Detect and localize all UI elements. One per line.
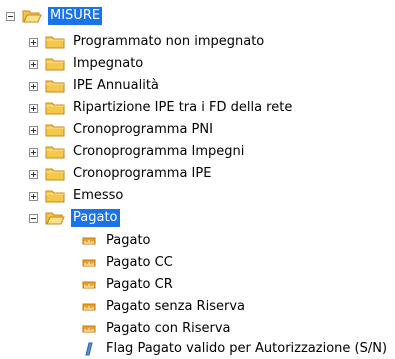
- tree-node-cronoprogramma-pni[interactable]: Cronoprogramma PNI: [29, 120, 215, 140]
- tree-leaf-pagato-con-riserva[interactable]: Pagato con Riserva: [82, 319, 233, 339]
- measure-icon: [82, 237, 96, 245]
- tree-node-label: Cronoprogramma PNI: [73, 122, 213, 137]
- folder-icon: [45, 168, 65, 181]
- tree-node-pagato[interactable]: Pagato: [29, 208, 120, 228]
- measure-icon: [82, 259, 96, 267]
- tree-node-cronoprogramma-impegni[interactable]: Cronoprogramma Impegni: [29, 142, 246, 162]
- tree-node-label: Pagato: [71, 209, 120, 227]
- tree-node-label: Impegnato: [73, 56, 144, 71]
- tree-leaf-pagato-senza-riserva[interactable]: Pagato senza Riserva: [82, 297, 247, 317]
- folder-open-icon: [22, 10, 42, 23]
- expand-toggle[interactable]: [29, 125, 38, 135]
- tree-node-programmato-non-impegnato[interactable]: Programmato non impegnato: [29, 32, 266, 52]
- folder-open-icon: [45, 212, 65, 225]
- tree-node-label: IPE Annualità: [73, 78, 159, 93]
- folder-icon: [45, 80, 65, 93]
- tree-node-label: Cronoprogramma IPE: [73, 166, 212, 181]
- expand-toggle[interactable]: [29, 37, 38, 47]
- tree-node-impegnato[interactable]: Impegnato: [29, 54, 145, 74]
- expand-toggle[interactable]: [29, 191, 38, 201]
- folder-icon: [45, 102, 65, 115]
- tree-node-misure[interactable]: MISURE: [6, 6, 103, 26]
- tree-node-label: Programmato non impegnato: [73, 34, 265, 49]
- folder-icon: [45, 36, 65, 49]
- measure-icon: [82, 325, 96, 333]
- expand-toggle[interactable]: [29, 59, 38, 69]
- tree-leaf-label: Pagato senza Riserva: [106, 299, 245, 314]
- expand-toggle[interactable]: [29, 147, 38, 157]
- expand-toggle[interactable]: [29, 103, 38, 113]
- flag-attribute-icon: [85, 342, 93, 356]
- folder-icon: [45, 58, 65, 71]
- folder-icon: [45, 124, 65, 137]
- tree-leaf-flag-pagato-valido[interactable]: Flag Pagato valido per Autorizzazione (S…: [82, 339, 389, 359]
- tree-node-label: Ripartizione IPE tra i FD della rete: [73, 100, 293, 115]
- tree-node-ripartizione-ipe[interactable]: Ripartizione IPE tra i FD della rete: [29, 98, 294, 118]
- tree-node-emesso[interactable]: Emesso: [29, 186, 125, 206]
- tree-leaf-label: Pagato: [106, 233, 151, 248]
- folder-icon: [45, 190, 65, 203]
- tree-leaf-label: Flag Pagato valido per Autorizzazione (S…: [106, 341, 388, 356]
- tree-leaf-label: Pagato CC: [106, 255, 173, 270]
- tree-node-ipe-annualita[interactable]: IPE Annualità: [29, 76, 161, 96]
- folder-icon: [45, 146, 65, 159]
- tree-leaf-pagato-cc[interactable]: Pagato CC: [82, 253, 175, 273]
- tree-leaf-label: Pagato CR: [106, 277, 173, 292]
- expand-toggle[interactable]: [29, 169, 38, 179]
- tree-node-label: Emesso: [73, 188, 124, 203]
- tree-node-cronoprogramma-ipe[interactable]: Cronoprogramma IPE: [29, 164, 213, 184]
- measure-icon: [82, 281, 96, 289]
- tree-leaf-pagato[interactable]: Pagato: [82, 231, 153, 251]
- collapse-toggle[interactable]: [6, 11, 15, 21]
- tree-leaf-label: Pagato con Riserva: [106, 321, 231, 336]
- tree-view: MISURE Programmato non impegnato Impegna…: [0, 0, 395, 358]
- tree-node-label: Cronoprogramma Impegni: [73, 144, 245, 159]
- tree-leaf-pagato-cr[interactable]: Pagato CR: [82, 275, 175, 295]
- measure-icon: [82, 303, 96, 311]
- expand-toggle[interactable]: [29, 81, 38, 91]
- tree-node-label: MISURE: [48, 7, 103, 25]
- collapse-toggle[interactable]: [29, 213, 38, 223]
